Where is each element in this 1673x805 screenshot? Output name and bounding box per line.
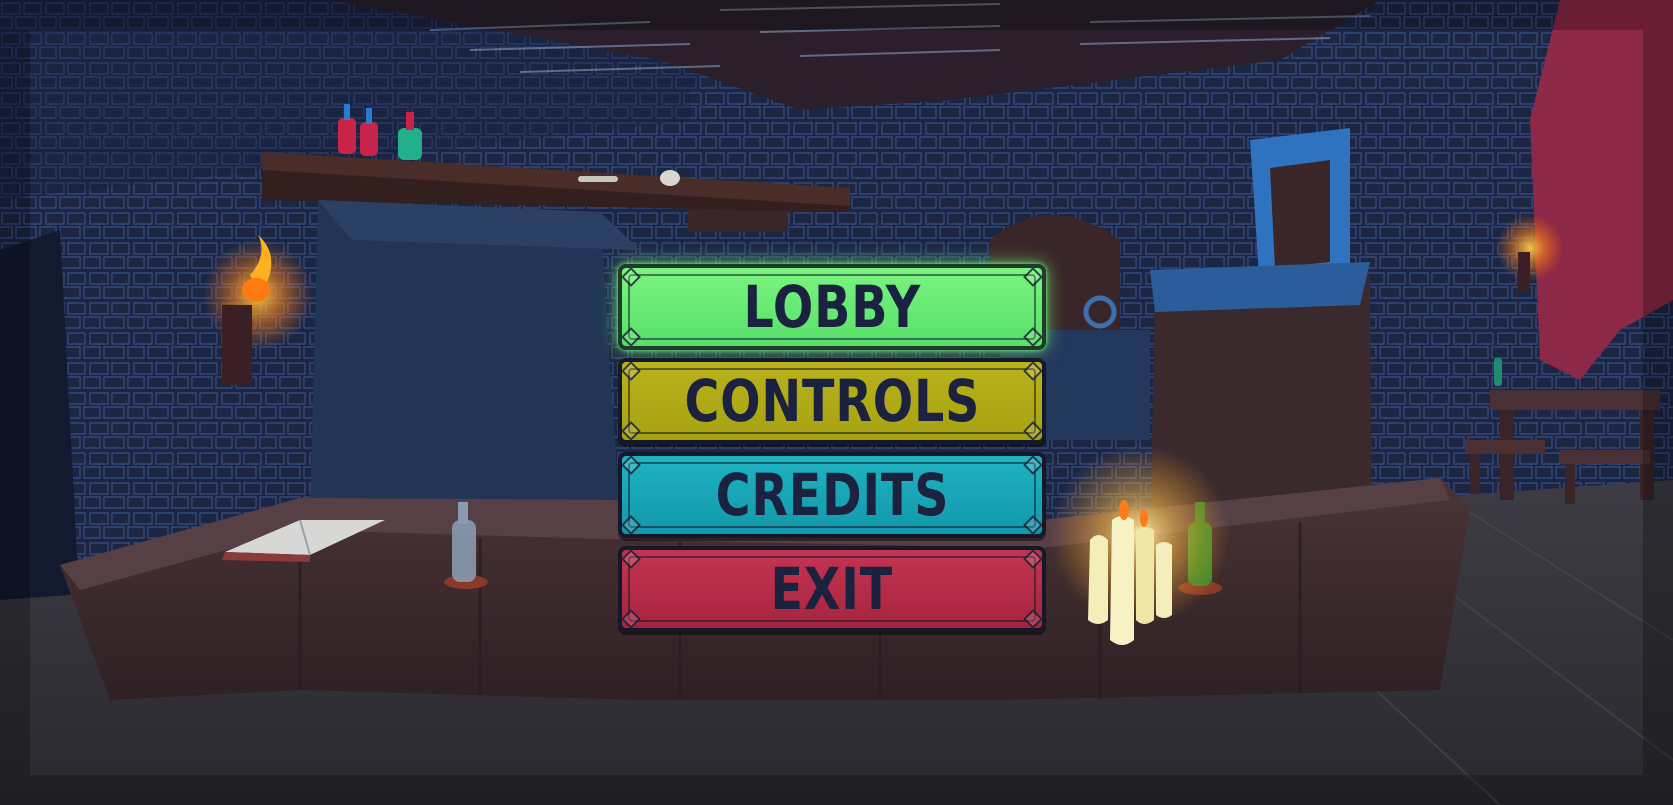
lobby-label: LOBBY <box>743 273 921 341</box>
corner-gem <box>1023 421 1043 441</box>
corner-gem <box>621 455 641 475</box>
corner-gem <box>621 549 641 569</box>
corner-gem <box>1023 515 1043 535</box>
main-menu: LOBBY CONTROLS CREDITS EXIT <box>618 264 1046 640</box>
corner-gem <box>621 609 641 629</box>
controls-button[interactable]: CONTROLS <box>618 358 1046 444</box>
credits-button[interactable]: CREDITS <box>618 452 1046 538</box>
tavern-scene: LOBBY CONTROLS CREDITS EXIT <box>0 0 1673 805</box>
corner-gem <box>621 327 641 347</box>
corner-gem <box>1023 361 1043 381</box>
corner-gem <box>1023 609 1043 629</box>
corner-gem <box>621 421 641 441</box>
exit-label: EXIT <box>770 555 894 623</box>
torch-right <box>1518 252 1530 292</box>
lobby-button[interactable]: LOBBY <box>618 264 1046 350</box>
stone-block <box>310 200 620 520</box>
credits-label: CREDITS <box>715 461 949 529</box>
corner-gem <box>1023 267 1043 287</box>
corner-gem <box>1023 455 1043 475</box>
corner-gem <box>621 515 641 535</box>
exit-button[interactable]: EXIT <box>618 546 1046 632</box>
corner-gem <box>1023 327 1043 347</box>
controls-label: CONTROLS <box>684 367 980 435</box>
corner-gem <box>621 361 641 381</box>
corner-gem <box>1023 549 1043 569</box>
corner-gem <box>621 267 641 287</box>
